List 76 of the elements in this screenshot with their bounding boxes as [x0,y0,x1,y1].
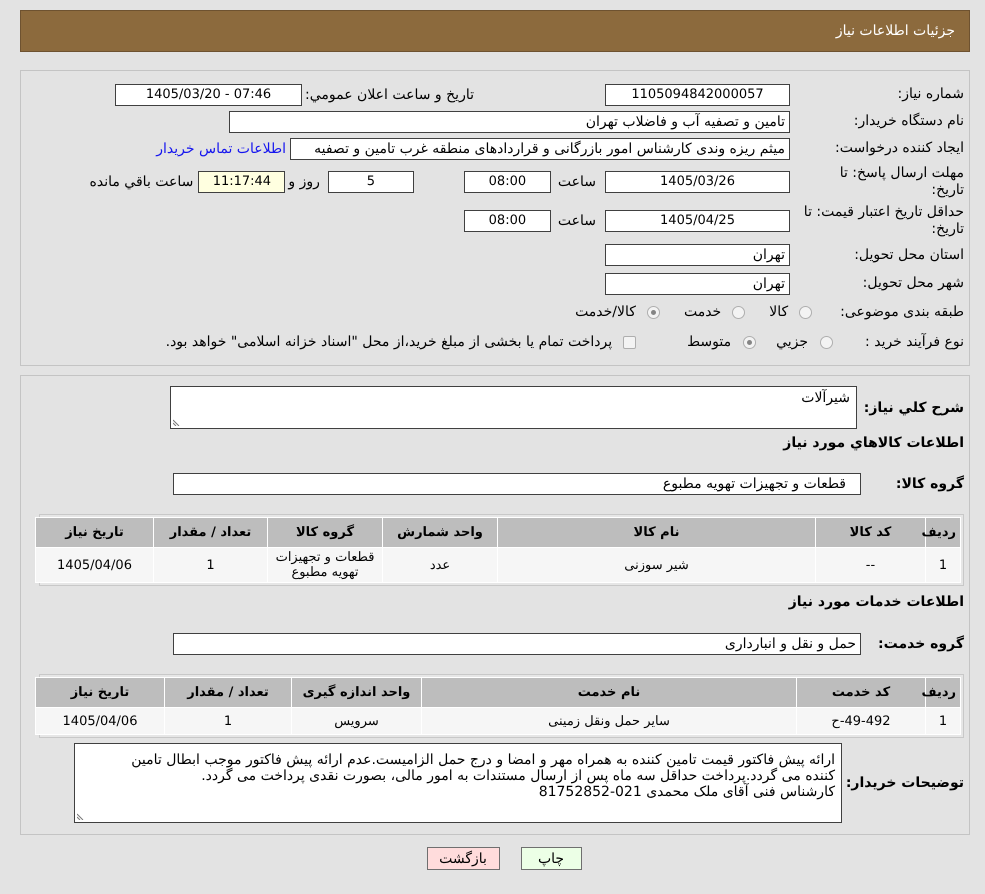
requester-field[interactable]: میثم ریزه وندی کارشناس امور بازرگانی و قراردادهای منطقه غرب تامین و تصفیه [290,138,790,160]
page-title: جزئیات اطلاعات نیاز [836,23,955,39]
resize-grip-icon [173,419,180,426]
column-header: واحد اندازه گیری [292,678,422,708]
resize-grip-icon [77,813,84,820]
field-label: نام دستگاه خریدار: [852,113,964,130]
deadline-date-field[interactable]: 1405/03/26 [605,170,790,192]
table-cell: سایر حمل ونقل زمینی [422,708,796,734]
column-header: گروه کالا [268,518,382,548]
table-cell: 1 [926,548,960,582]
radio-button[interactable] [743,336,756,348]
field-label: شرح کلي نیاز: [864,400,964,416]
table-cell: 1 [164,708,292,734]
field-label: تاریخ و ساعت اعلان عمومي: [305,86,474,102]
field-label: توضیحات خریدار: [847,775,964,791]
field-label: حداقل تاریخ اعتبار قیمت: تا تاریخ: [802,204,964,238]
remaining-time-label: ساعت باقي مانده [90,174,194,190]
need-number-field[interactable]: 1105094842000057 [605,84,790,106]
radio-button[interactable] [799,306,812,318]
field-label: مهلت ارسال پاسخ: تا تاریخ: [838,164,964,198]
radio-label: کالا/خدمت [575,304,636,320]
table-cell: 1 [926,708,960,734]
table-cell: 1405/04/06 [36,708,164,734]
table-cell: 1405/04/06 [36,548,154,582]
column-header: تعداد / مقدار [164,678,292,708]
column-header: تاریخ نیاز [36,678,164,708]
print-button[interactable]: چاپ [520,847,582,870]
back-button[interactable]: بازگشت [426,847,500,870]
table-cell: سرویس [292,708,422,734]
time-label: ساعت [558,174,596,190]
field-label: شماره نیاز: [896,86,964,103]
table-cell: ح-49-492 [796,708,926,734]
description-field[interactable]: شیرآلات [170,386,857,429]
radio-label: متوسط [687,334,732,350]
field-label: استان محل تحویل: [853,246,964,264]
field-label: شهر محل تحویل: [862,275,964,292]
time-label: ساعت [558,212,596,228]
section-heading: اطلاعات خدمات مورد نیاز [788,594,964,611]
goods-group-field[interactable]: قطعات و تجهیزات تهویه مطبوع [173,473,861,495]
contact-link[interactable]: اطلاعات تماس خریدار [156,140,286,156]
section-heading: اطلاعات کالاهاي مورد نیاز [783,435,964,452]
column-header: تاریخ نیاز [36,518,154,548]
field-label: گروه کالا: [894,476,964,492]
checkbox-label: پرداخت تمام یا بخشی از مبلغ خرید،از محل "اسناد خزانه اسلامی" خواهد بود. [166,334,612,350]
field-label: طبقه بندی موضوعی: [840,304,964,320]
radio-label: جزيي [776,334,808,350]
deadline-time-field[interactable]: 08:00 [464,170,551,192]
column-header: نام کالا [498,518,816,548]
radio-button[interactable] [646,306,660,318]
table-cell: قطعات و تجهیزات تهویه مطبوع [268,548,382,582]
radio-label: خدمت [684,304,722,320]
table-cell: -- [816,548,926,582]
validity-time-field[interactable]: 08:00 [464,210,551,232]
field-label: ایجاد کننده درخواست: [834,140,964,157]
remaining-time-field[interactable]: 11:17:44 [198,170,286,192]
notes-field[interactable]: ارائه پیش فاکتور قیمت تامین کننده به همراه مهر و امضا و درج حمل الزامیست.عدم ارائه پیش فاکتور موجب ابطال تامین کننده می گردد.پرداخت حداقل سه ماه پس از ارسال مستندات به امور مالی، بصورت نقدی پرداخت می گردد. کارشناس فنی آقای ملک محمدی 021-81752852 [74,743,842,823]
field-label: گروه خدمت: [877,636,964,652]
buyer-organization-field[interactable]: تامین و تصفیه آب و فاضلاب تهران [229,110,790,132]
column-header: واحد شمارش [382,518,498,548]
field-label: نوع فرآیند خرید : [865,334,964,350]
service-group-field[interactable]: حمل و نقل و انبارداری [173,633,861,655]
table-cell: شیر سوزنی [498,548,816,582]
radio-label: کالا [769,304,788,320]
days-field[interactable]: 5 [328,170,414,192]
city-field[interactable]: تهران [605,272,790,294]
days-label: روز و [288,174,320,190]
province-field[interactable]: تهران [605,244,790,266]
table-cell: عدد [382,548,498,582]
table-cell: 1 [154,548,268,582]
checkbox[interactable] [623,336,636,348]
radio-button[interactable] [732,306,746,318]
column-header: تعداد / مقدار [154,518,268,548]
announcement-field[interactable]: 1405/03/20 - 07:46 [115,84,302,106]
radio-button[interactable] [820,336,834,348]
validity-date-field[interactable]: 1405/04/25 [605,210,790,232]
column-header: نام خدمت [422,678,796,708]
